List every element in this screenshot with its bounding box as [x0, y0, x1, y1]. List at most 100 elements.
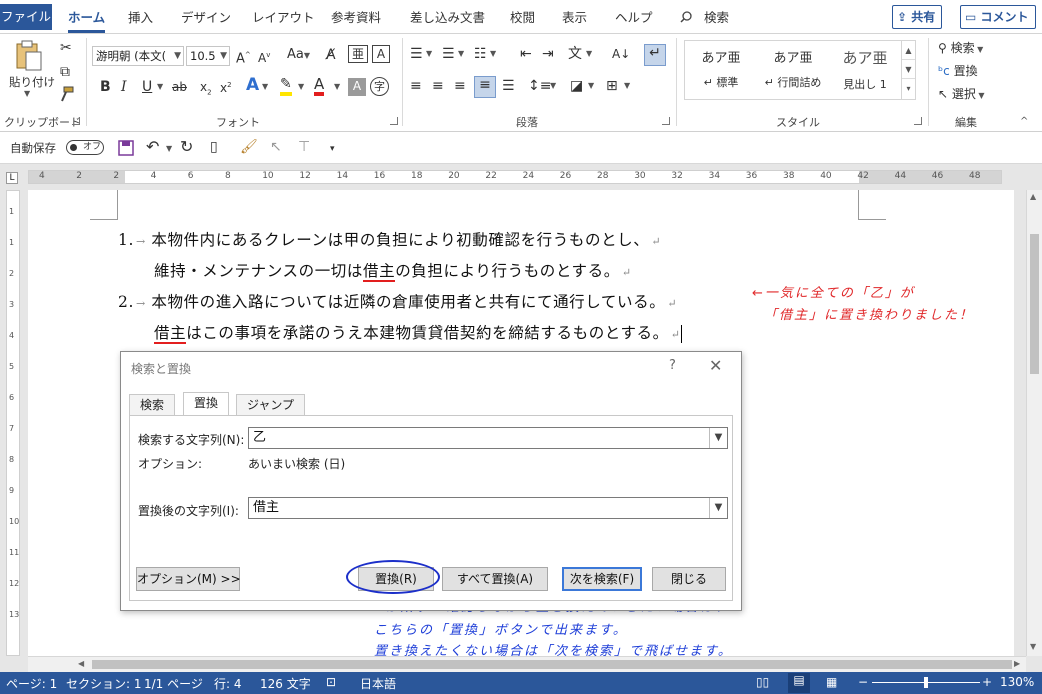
find-what-input[interactable]: 乙 ▼ [248, 427, 728, 449]
styles-launcher[interactable] [914, 117, 922, 125]
tab-review[interactable]: 校閲 [510, 8, 535, 28]
chevron-down-icon[interactable]: ▼ [709, 498, 727, 518]
grow-font-icon[interactable]: A^ [236, 47, 251, 67]
chevron-down-icon[interactable]: ▼ [586, 46, 592, 62]
chevron-down-icon[interactable]: ▼ [166, 141, 172, 157]
doc-line-2[interactable]: 維持・メンテナンスの一切は借主の負担により行うものとする。 ↵ [154, 259, 632, 282]
paste-dropdown-icon[interactable]: ▼ [24, 89, 30, 98]
clear-formatting-icon[interactable]: A̸ [326, 47, 336, 63]
horizontal-ruler[interactable]: 4 2 2 4 6 8 10 12 14 16 18 20 22 24 26 28 30 32 34 36 38 40 42… [28, 170, 1002, 184]
chevron-down-icon[interactable]: ▼ [298, 79, 304, 95]
more-icon[interactable]: ▾ [902, 79, 915, 98]
horizontal-scroll-thumb[interactable] [92, 660, 1012, 669]
cut-icon[interactable]: ✂ [60, 40, 72, 56]
tab-home[interactable]: ホーム [68, 8, 106, 33]
status-language[interactable]: 日本語 [360, 675, 396, 692]
status-word-count[interactable]: 126 文字 [260, 675, 311, 692]
subscript-icon[interactable]: x2 [200, 79, 212, 100]
tab-design[interactable]: デザイン [181, 8, 231, 28]
styles-scroll[interactable]: ▲ ▼ ▾ [901, 41, 915, 99]
sort-icon[interactable]: A↓ [612, 46, 630, 62]
justify-icon[interactable]: ≡ [474, 76, 496, 98]
asian-layout-icon[interactable]: 文 [568, 46, 582, 62]
chevron-left-icon[interactable]: ◀ [78, 659, 84, 668]
help-icon[interactable]: ? [669, 358, 676, 373]
chevron-down-icon[interactable]: ▼ [262, 79, 268, 95]
change-case-button[interactable]: Aa▼ [287, 47, 310, 62]
status-row[interactable]: 行: 4 [214, 675, 242, 692]
vertical-ruler[interactable]: 1 1 2 3 4 5 6 7 8 9 10 11 12 13 [6, 190, 20, 656]
font-name-combo[interactable]: 游明朝 (本文(▼ [92, 46, 184, 66]
customize-qat-icon[interactable]: ▾ [330, 141, 335, 157]
superscript-icon[interactable]: x2 [220, 77, 232, 96]
chevron-down-icon[interactable]: ▼ [426, 46, 432, 62]
chevron-down-icon[interactable]: ▼ [1030, 642, 1036, 651]
comment-button[interactable]: ▭ コメント [960, 5, 1036, 29]
undo-icon[interactable]: ↶ [146, 139, 159, 155]
doc-line-1[interactable]: 1. → 本物件内にあるクレーンは甲の負担により初動確認を行うものとし、 ↵ [118, 228, 661, 250]
align-right-icon[interactable]: ≡ [454, 78, 466, 94]
status-page[interactable]: ページ: 1 [6, 675, 57, 692]
tab-references[interactable]: 参考資料 [331, 8, 381, 28]
tab-view[interactable]: 表示 [562, 8, 587, 28]
chevron-down-icon[interactable]: ▼ [157, 79, 163, 95]
decrease-indent-icon[interactable]: ⇤ [520, 46, 532, 62]
italic-icon[interactable]: I [121, 79, 127, 95]
replace-with-input[interactable]: 借主 ▼ [248, 497, 728, 519]
replace-all-button[interactable]: すべて置換(A) [442, 567, 548, 591]
status-zoom[interactable]: 130% [1000, 675, 1034, 689]
close-button[interactable]: 閉じる [652, 567, 726, 591]
distributed-icon[interactable]: ☰ [502, 78, 515, 94]
paste-button[interactable]: 貼り付け [9, 74, 55, 90]
collapse-ribbon-icon[interactable]: ^ [1020, 114, 1028, 130]
presentation-icon[interactable]: ⊤ [298, 139, 310, 155]
character-shading-icon[interactable]: A [348, 78, 366, 96]
chevron-down-icon[interactable]: ▼ [458, 46, 464, 62]
text-effects-icon[interactable]: A [246, 77, 259, 94]
chevron-down-icon[interactable]: ▼ [902, 60, 915, 79]
zoom-out-icon[interactable]: − [858, 675, 868, 689]
zoom-slider-thumb[interactable] [924, 677, 928, 688]
redo-icon[interactable]: ↻ [180, 139, 193, 155]
format-painter-icon[interactable] [58, 86, 74, 102]
tab-layout[interactable]: レイアウト [252, 8, 315, 28]
copy-icon[interactable]: ⧉ [60, 64, 70, 80]
paragraph-launcher[interactable] [662, 117, 670, 125]
doc-line-3[interactable]: 2. → 本物件の進入路については近隣の倉庫使用者と共有にて通行している。 ↵ [118, 290, 677, 312]
tab-mailings[interactable]: 差し込み文書 [410, 8, 485, 28]
tab-selector[interactable]: L [6, 172, 18, 184]
horizontal-scrollbar[interactable]: ◀ ▶ [28, 656, 1026, 672]
character-border-icon[interactable]: A [372, 45, 390, 63]
style-item-no-spacing[interactable]: あア亜 ↵ 行間詰め [757, 47, 829, 90]
chevron-up-icon[interactable]: ▲ [1030, 192, 1036, 201]
tell-me-search[interactable]: 検索 [704, 8, 729, 28]
vertical-scroll-thumb[interactable] [1030, 234, 1039, 374]
read-mode-icon[interactable]: ▯▯ [756, 675, 769, 689]
paste-icon[interactable] [14, 40, 44, 72]
autosave-toggle[interactable]: オフ [66, 140, 104, 155]
numbering-icon[interactable]: ☰ [442, 46, 455, 62]
underline-icon[interactable]: U [142, 79, 152, 95]
tab-find[interactable]: 検索 [129, 394, 176, 416]
multilevel-list-icon[interactable]: ☷ [474, 46, 487, 62]
pointer-icon[interactable]: ↖ [270, 139, 282, 155]
close-icon[interactable]: ✕ [709, 356, 722, 375]
zoom-in-icon[interactable]: + [982, 675, 992, 689]
font-color-icon[interactable]: A [314, 76, 325, 96]
line-spacing-icon[interactable]: ↕≡ [528, 78, 551, 94]
bold-icon[interactable]: B [100, 79, 111, 95]
find-button[interactable]: ⚲ 検索 ▼ [938, 39, 983, 56]
shrink-font-icon[interactable]: Av [258, 47, 270, 66]
chevron-down-icon[interactable]: ▼ [709, 428, 727, 448]
strikethrough-icon[interactable]: ab [172, 79, 187, 95]
chevron-up-icon[interactable]: ▲ [902, 41, 915, 60]
share-button[interactable]: ⇪ 共有 [892, 5, 943, 29]
font-launcher[interactable] [390, 117, 398, 125]
tab-replace[interactable]: 置換 [183, 392, 230, 416]
clipboard-launcher[interactable] [72, 117, 80, 125]
chevron-right-icon[interactable]: ▶ [1014, 659, 1020, 668]
style-item-heading1[interactable]: あア亜 見出し 1 [829, 47, 901, 92]
enclose-characters-icon[interactable]: 字 [370, 77, 389, 96]
save-icon[interactable] [118, 140, 134, 156]
tab-file[interactable]: ファイル [0, 4, 52, 30]
